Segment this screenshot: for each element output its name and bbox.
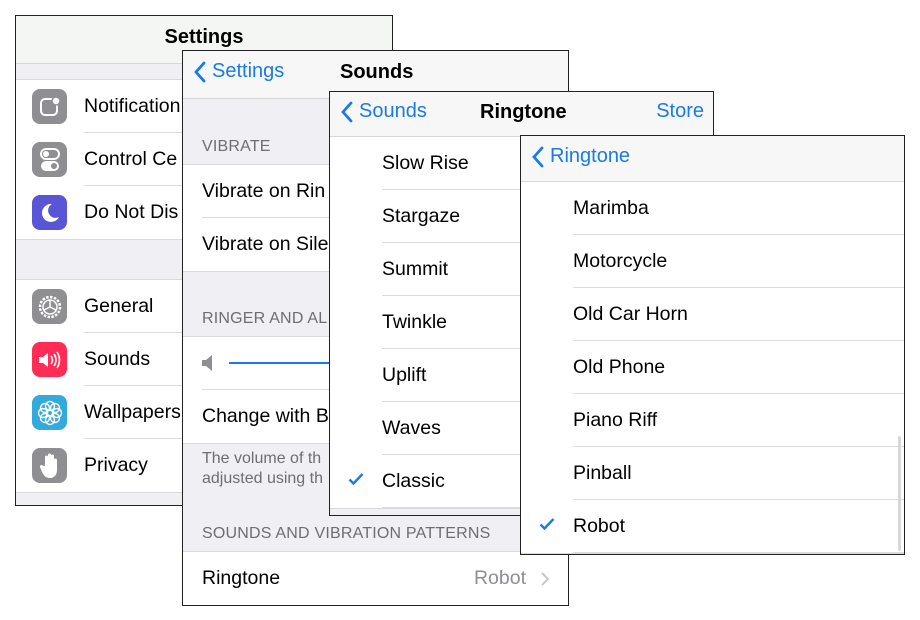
checkmark-icon: [348, 472, 364, 491]
list-item-label: Piano Riff: [573, 409, 658, 431]
settings-item-label: Do Not Dis: [84, 201, 179, 223]
chevron-left-icon: [532, 146, 544, 167]
section-header-vibrate: VIBRATE: [202, 138, 271, 155]
control-center-icon: [32, 142, 67, 177]
moon-icon: [32, 195, 67, 230]
settings-item-label: Wallpapers: [84, 401, 181, 423]
list-item-label: Old Car Horn: [573, 303, 688, 325]
back-button[interactable]: Sounds: [340, 100, 427, 123]
list-item[interactable]: Marimba: [521, 182, 904, 235]
scrollbar[interactable]: [898, 436, 901, 551]
ringtone-navbar: Sounds Ringtone Store: [330, 92, 713, 137]
classic-panel: Ringtone Marimba Motorcycle Old Car Horn Ol…: [520, 135, 905, 555]
ringtone-value: Robot: [473, 567, 526, 589]
store-button[interactable]: Store: [656, 100, 704, 123]
speaker-low-icon: [202, 355, 212, 371]
section-header-patterns: SOUNDS AND VIBRATION PATTERNS: [202, 525, 491, 542]
list-item-label: Marimba: [573, 197, 649, 219]
list-item-label: Old Phone: [573, 356, 666, 378]
list-item[interactable]: Old Car Horn: [521, 288, 904, 341]
row-label: Vibrate on Sile: [202, 233, 329, 255]
ringtone-row[interactable]: Ringtone Robot: [183, 552, 568, 605]
list-item[interactable]: Pinball: [521, 447, 904, 500]
list-item-label: Summit: [382, 258, 449, 280]
list-item-label: Twinkle: [382, 311, 448, 333]
list-item-label: Uplift: [382, 364, 427, 386]
list-item[interactable]: Motorcycle: [521, 235, 904, 288]
chevron-left-icon: [341, 101, 353, 122]
page-title: Sounds: [340, 61, 414, 83]
chevron-left-icon: [194, 61, 206, 82]
classic-list: Marimba Motorcycle Old Car Horn Old Phone Pi…: [521, 182, 904, 554]
settings-item-label: General: [84, 295, 154, 317]
section-header-ringer: RINGER AND AL: [202, 310, 328, 327]
settings-item-label: Notification: [84, 95, 181, 117]
settings-item-label: Privacy: [84, 454, 148, 476]
list-item-label: Waves: [382, 417, 441, 439]
ringtone-detail: Robot: [474, 567, 550, 590]
settings-item-label: Sounds: [84, 348, 151, 370]
back-button[interactable]: Settings: [193, 60, 284, 83]
list-item-label: Robot: [573, 515, 626, 537]
back-label: Settings: [212, 60, 285, 82]
row-label: Vibrate on Rin: [202, 180, 326, 202]
classic-navbar: Ringtone: [521, 136, 904, 182]
chevron-right-icon: [541, 571, 550, 586]
ringer-footer-text: The volume of th: [202, 450, 322, 467]
page-title: Settings: [164, 26, 244, 48]
hand-icon: [32, 448, 67, 483]
list-item-label: Motorcycle: [573, 250, 668, 272]
settings-item-label: Control Ce: [84, 148, 178, 170]
row-label: Ringtone: [202, 567, 281, 589]
list-item-label: Pinball: [573, 462, 632, 484]
back-button[interactable]: Ringtone: [531, 145, 630, 168]
checkmark-icon: [539, 517, 555, 536]
list-item-label: Classic: [382, 470, 445, 492]
page-title: Ringtone: [480, 101, 567, 123]
patterns-group: Ringtone Robot: [183, 551, 568, 605]
list-item-label: Stargaze: [382, 205, 461, 227]
back-label: Sounds: [359, 100, 427, 122]
list-item[interactable]: Piano Riff: [521, 394, 904, 447]
notifications-icon: [32, 89, 67, 124]
ringer-footer-text: adjusted using th: [202, 470, 323, 487]
flower-icon: [32, 395, 67, 430]
list-item[interactable]: Robot: [521, 500, 904, 553]
back-label: Ringtone: [550, 145, 631, 167]
gear-icon: [32, 289, 67, 324]
list-item[interactable]: Old Phone: [521, 341, 904, 394]
row-label: Change with B: [202, 405, 329, 427]
list-item-label: Slow Rise: [382, 152, 469, 174]
speaker-icon: [32, 342, 67, 377]
